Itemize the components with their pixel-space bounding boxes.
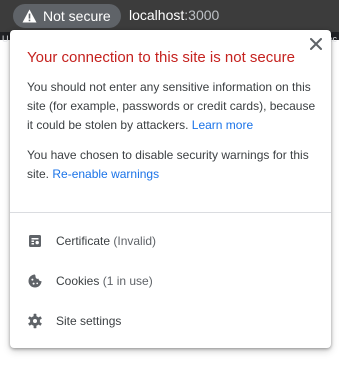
disabled-warnings-paragraph: You have chosen to disable security warn… (27, 146, 317, 184)
certificate-row[interactable]: Certificate (Invalid) (10, 221, 331, 261)
close-icon (310, 38, 322, 50)
certificate-status: (Invalid) (113, 234, 157, 248)
certificate-label: Certificate (Invalid) (56, 234, 156, 248)
site-settings-label: Site settings (56, 314, 122, 328)
popup-title: Your connection to this site is not secu… (27, 49, 295, 66)
page-edge-text-left: U (2, 34, 9, 44)
cookies-count: (1 in use) (102, 274, 153, 288)
gear-icon (28, 313, 42, 329)
warning-paragraph: You should not enter any sensitive infor… (27, 78, 317, 135)
cookies-title: Cookies (56, 274, 100, 288)
site-settings-row[interactable]: Site settings (10, 301, 331, 341)
cookie-icon (28, 274, 42, 288)
warning-triangle-icon (22, 9, 37, 23)
security-chip[interactable]: Not secure (13, 4, 121, 28)
security-chip-label: Not secure (43, 8, 111, 24)
cookies-row[interactable]: Cookies (1 in use) (10, 261, 331, 301)
warning-text: You should not enter any sensitive infor… (27, 80, 316, 132)
cookies-label: Cookies (1 in use) (56, 274, 153, 288)
learn-more-link[interactable]: Learn more (192, 118, 253, 132)
site-info-popup: Your connection to this site is not secu… (10, 30, 331, 348)
close-button[interactable] (309, 37, 323, 51)
url-text[interactable]: localhost:3000 (129, 7, 219, 23)
url-port: :3000 (184, 7, 220, 23)
url-host: localhost (129, 7, 185, 23)
divider (10, 212, 331, 213)
browser-toolbar: Not secure localhost:3000 (0, 0, 339, 32)
certificate-title: Certificate (56, 234, 111, 248)
reenable-warnings-link[interactable]: Re-enable warnings (52, 167, 159, 181)
certificate-icon (29, 235, 41, 247)
